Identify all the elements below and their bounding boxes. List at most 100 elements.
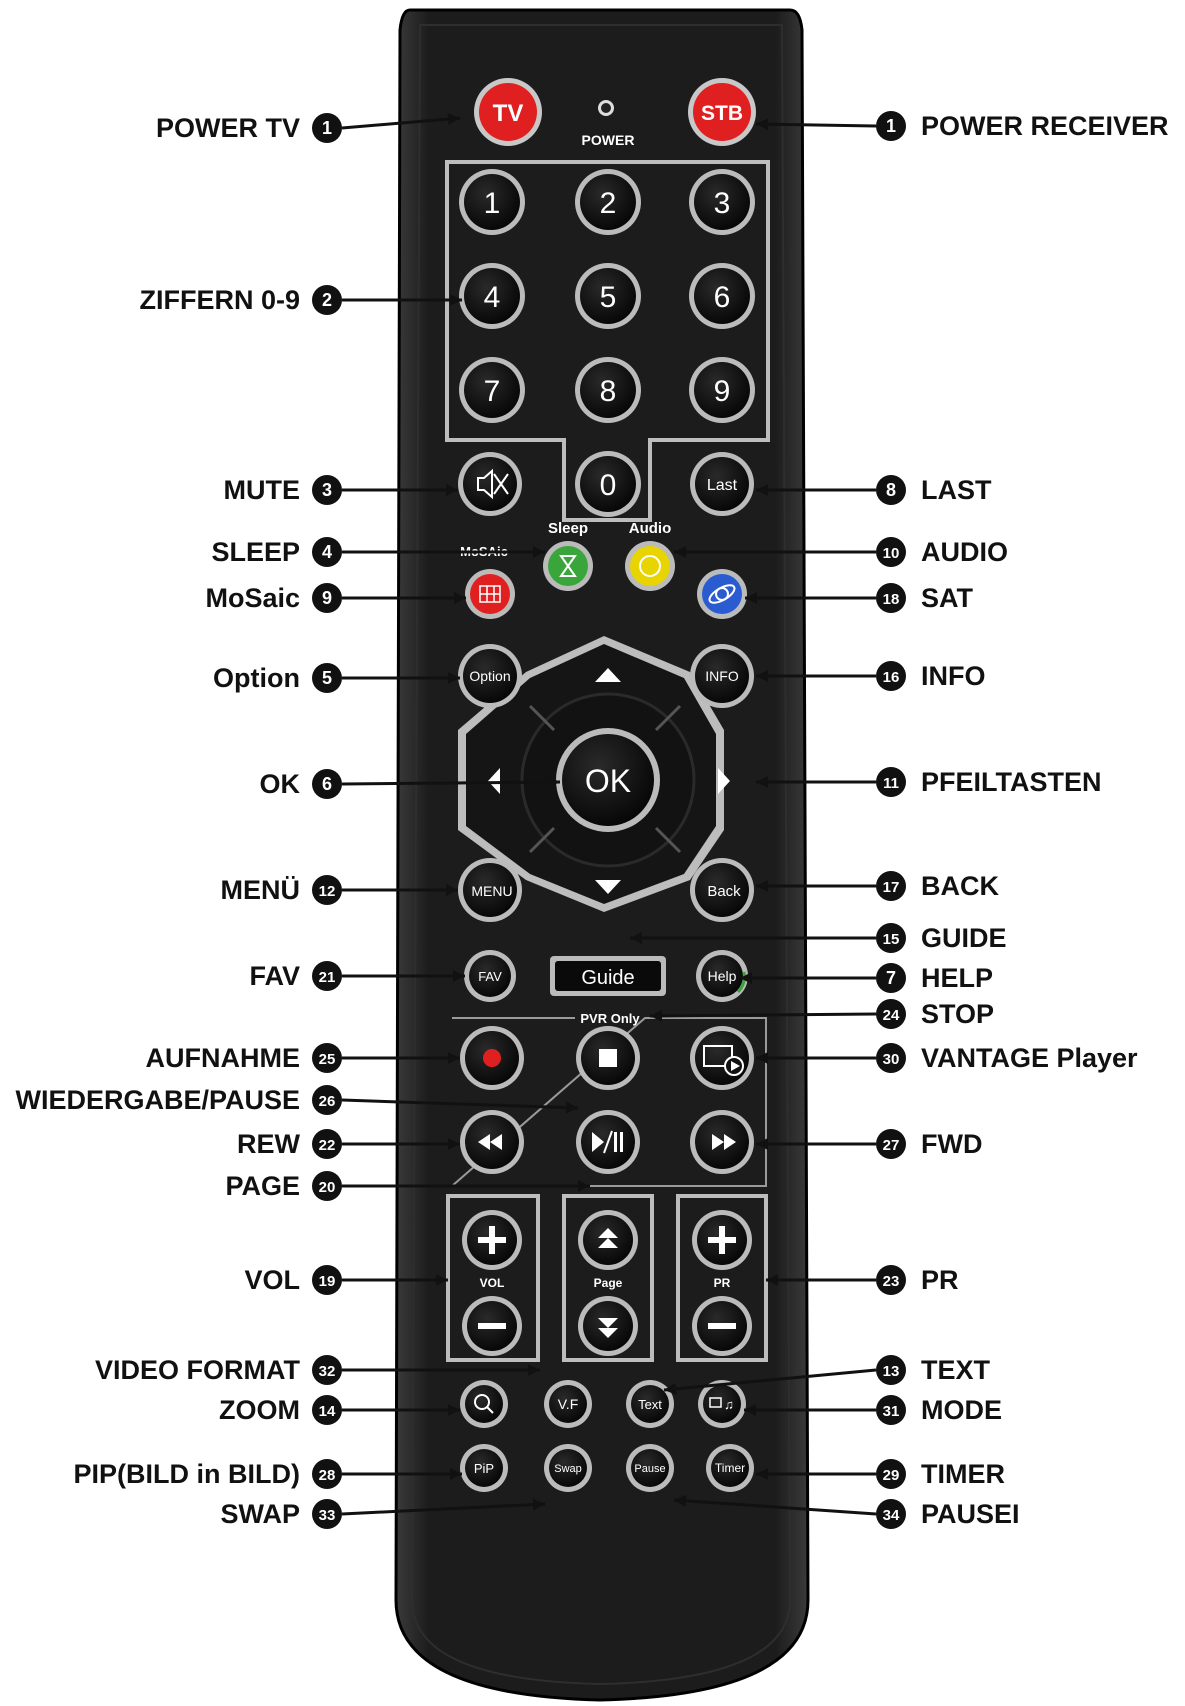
stop-button <box>576 1026 640 1090</box>
callout-label: TEXT <box>921 1355 991 1385</box>
digit-button-0[interactable]: 0 <box>575 451 641 517</box>
info-button: INFO <box>690 644 754 708</box>
pause-button: Pause <box>626 1444 674 1492</box>
svg-text:6: 6 <box>714 281 731 314</box>
callout-label: LAST <box>921 475 992 505</box>
svg-text:Last: Last <box>707 477 738 494</box>
callout-badge: 23 <box>876 1265 906 1295</box>
svg-text:2: 2 <box>322 290 332 310</box>
sat-button <box>697 569 747 619</box>
callout-badge: 34 <box>876 1499 906 1529</box>
callout-label: PAUSEI <box>921 1499 1020 1529</box>
digit-button-1[interactable]: 1 <box>459 169 525 235</box>
callout-badge: 28 <box>312 1459 342 1489</box>
callout-label: MODE <box>921 1395 1002 1425</box>
svg-text:17: 17 <box>883 879 900 896</box>
svg-text:34: 34 <box>883 1507 900 1524</box>
callout-label: GUIDE <box>921 923 1007 953</box>
digit-button-7[interactable]: 7 <box>459 357 525 423</box>
svg-text:14: 14 <box>319 1403 336 1420</box>
svg-text:30: 30 <box>883 1051 900 1068</box>
callout-badge: 19 <box>312 1265 342 1295</box>
svg-text:Sleep: Sleep <box>548 520 588 537</box>
last-button: Last <box>690 452 754 516</box>
callout-badge: 29 <box>876 1459 906 1489</box>
svg-text:5: 5 <box>600 281 617 314</box>
callout-badge: 18 <box>876 583 906 613</box>
callout-badge: 17 <box>876 871 906 901</box>
svg-text:22: 22 <box>319 1137 336 1154</box>
callout-badge: 21 <box>312 961 342 991</box>
svg-text:Pause: Pause <box>634 1463 665 1475</box>
svg-text:9: 9 <box>322 588 332 608</box>
svg-text:7: 7 <box>886 968 896 988</box>
digit-button-8[interactable]: 8 <box>575 357 641 423</box>
svg-text:3: 3 <box>322 480 332 500</box>
callout-badge: 15 <box>876 923 906 953</box>
svg-text:POWER: POWER <box>582 132 635 148</box>
callout-label: AUFNAHME <box>145 1043 301 1073</box>
callout-label: MoSaic <box>205 583 300 613</box>
svg-text:1: 1 <box>322 118 332 138</box>
svg-text:1: 1 <box>484 187 501 220</box>
callout-label: FWD <box>921 1129 983 1159</box>
svg-text:32: 32 <box>319 1363 336 1380</box>
timer-button: Timer <box>706 1444 754 1492</box>
digit-button-2[interactable]: 2 <box>575 169 641 235</box>
svg-text:0: 0 <box>600 469 617 502</box>
callout-label: INFO <box>921 661 986 691</box>
callout-badge: 5 <box>312 663 342 693</box>
svg-text:20: 20 <box>319 1179 336 1196</box>
fav-button: FAV <box>464 950 516 1002</box>
svg-text:7: 7 <box>484 375 501 408</box>
callout-label: OK <box>259 769 301 799</box>
record-button <box>460 1026 524 1090</box>
callout-label: VIDEO FORMAT <box>95 1355 300 1385</box>
guide-button: Guide <box>550 956 666 996</box>
callout-badge: 26 <box>312 1085 342 1115</box>
svg-text:6: 6 <box>322 774 332 794</box>
vantage-player-button <box>690 1026 754 1090</box>
pip-button: PiP <box>460 1444 508 1492</box>
svg-text:Timer: Timer <box>715 1461 745 1475</box>
svg-text:VOL: VOL <box>480 1276 505 1290</box>
menu-button: MENU <box>458 858 522 922</box>
callout-badge: 4 <box>312 537 342 567</box>
digit-button-9[interactable]: 9 <box>689 357 755 423</box>
callout-label: SLEEP <box>211 537 300 567</box>
svg-text:28: 28 <box>319 1467 336 1484</box>
svg-text:♫: ♫ <box>724 1397 734 1412</box>
svg-text:27: 27 <box>883 1137 900 1154</box>
callout-label: SWAP <box>220 1499 300 1529</box>
callout-badge: 27 <box>876 1129 906 1159</box>
forward-button <box>690 1110 754 1174</box>
callout-badge: 22 <box>312 1129 342 1159</box>
svg-text:26: 26 <box>319 1093 336 1110</box>
callout-badge: 8 <box>876 475 906 505</box>
svg-text:OK: OK <box>585 763 631 799</box>
callout-label: HELP <box>921 963 994 993</box>
svg-text:24: 24 <box>883 1007 900 1024</box>
svg-text:MENU: MENU <box>471 883 512 899</box>
svg-text:4: 4 <box>484 281 501 314</box>
svg-text:23: 23 <box>883 1273 900 1290</box>
digit-button-5[interactable]: 5 <box>575 263 641 329</box>
digit-button-4[interactable]: 4 <box>459 263 525 329</box>
svg-text:PVR Only: PVR Only <box>580 1011 640 1026</box>
digit-button-3[interactable]: 3 <box>689 169 755 235</box>
ok-button: OK <box>556 728 660 832</box>
callout-badge: 7 <box>876 963 906 993</box>
svg-text:FAV: FAV <box>478 969 502 984</box>
callout-badge: 12 <box>312 875 342 905</box>
callout-badge: 25 <box>312 1043 342 1073</box>
callout-badge: 6 <box>312 769 342 799</box>
svg-text:16: 16 <box>883 669 900 686</box>
callout-label: SAT <box>921 583 973 613</box>
callout-label: REW <box>237 1129 300 1159</box>
callout-label: MENÜ <box>220 875 301 905</box>
svg-text:8: 8 <box>600 375 617 408</box>
callout-label: ZOOM <box>219 1395 300 1425</box>
remote-control: TV POWER STB 1 2 34 5 67 8 90 Last Sleep Audio… <box>312 8 906 1702</box>
svg-text:TV: TV <box>493 100 524 127</box>
digit-button-6[interactable]: 6 <box>689 263 755 329</box>
